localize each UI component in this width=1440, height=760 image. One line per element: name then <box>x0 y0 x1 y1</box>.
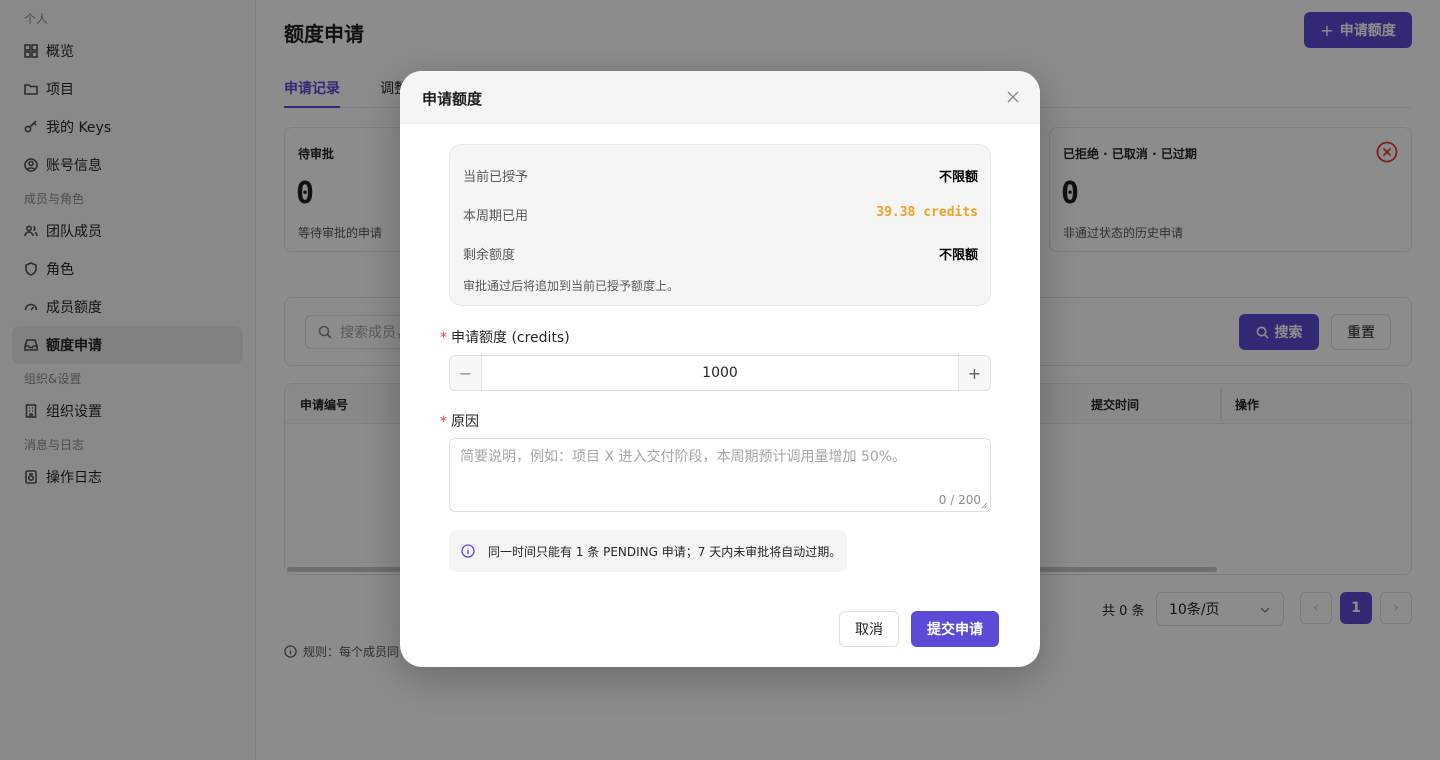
amount-input[interactable]: 1000 <box>482 356 958 390</box>
amount-stepper: − 1000 + <box>449 355 991 391</box>
used-value: 39.38 credits <box>876 205 978 220</box>
amount-label: * 申请额度 (credits) <box>440 330 570 346</box>
remaining-label: 剩余额度 <box>463 248 516 263</box>
decrement-button[interactable]: − <box>450 356 482 390</box>
submit-button[interactable]: 提交申请 <box>911 611 999 647</box>
reason-label: * 原因 <box>440 414 479 430</box>
required-mark: * <box>440 330 447 346</box>
cancel-button[interactable]: 取消 <box>839 611 899 647</box>
close-icon[interactable] <box>1006 90 1020 104</box>
increment-button[interactable]: + <box>958 356 990 390</box>
info-note: 审批通过后将追加到当前已授予额度上。 <box>463 279 680 293</box>
granted-value: 不限额 <box>938 170 978 185</box>
granted-label: 当前已授予 <box>463 170 529 185</box>
minus-icon: − <box>458 363 473 383</box>
dialog-title: 申请额度 <box>422 90 483 108</box>
remaining-value: 不限额 <box>938 248 978 263</box>
info-icon <box>461 544 475 558</box>
required-mark: * <box>440 414 447 430</box>
apply-quota-dialog: 申请额度 当前已授予 不限额 本周期已用 39.38 credits 剩余额度 … <box>400 71 1040 667</box>
char-counter: 0 / 200 <box>938 493 981 507</box>
pending-notice: 同一时间只能有 1 条 PENDING 申请；7 天内未审批将自动过期。 <box>449 530 847 572</box>
quota-info-panel: 当前已授予 不限额 本周期已用 39.38 credits 剩余额度 不限额 审… <box>449 144 991 306</box>
dialog-header: 申请额度 <box>400 71 1040 124</box>
plus-icon: + <box>967 363 982 383</box>
used-label: 本周期已用 <box>463 209 529 224</box>
resize-handle-icon[interactable] <box>981 502 988 509</box>
reason-textarea[interactable]: 简要说明，例如：项目 X 进入交付阶段，本周期预计调用量增加 50%。 0 / … <box>449 438 991 512</box>
